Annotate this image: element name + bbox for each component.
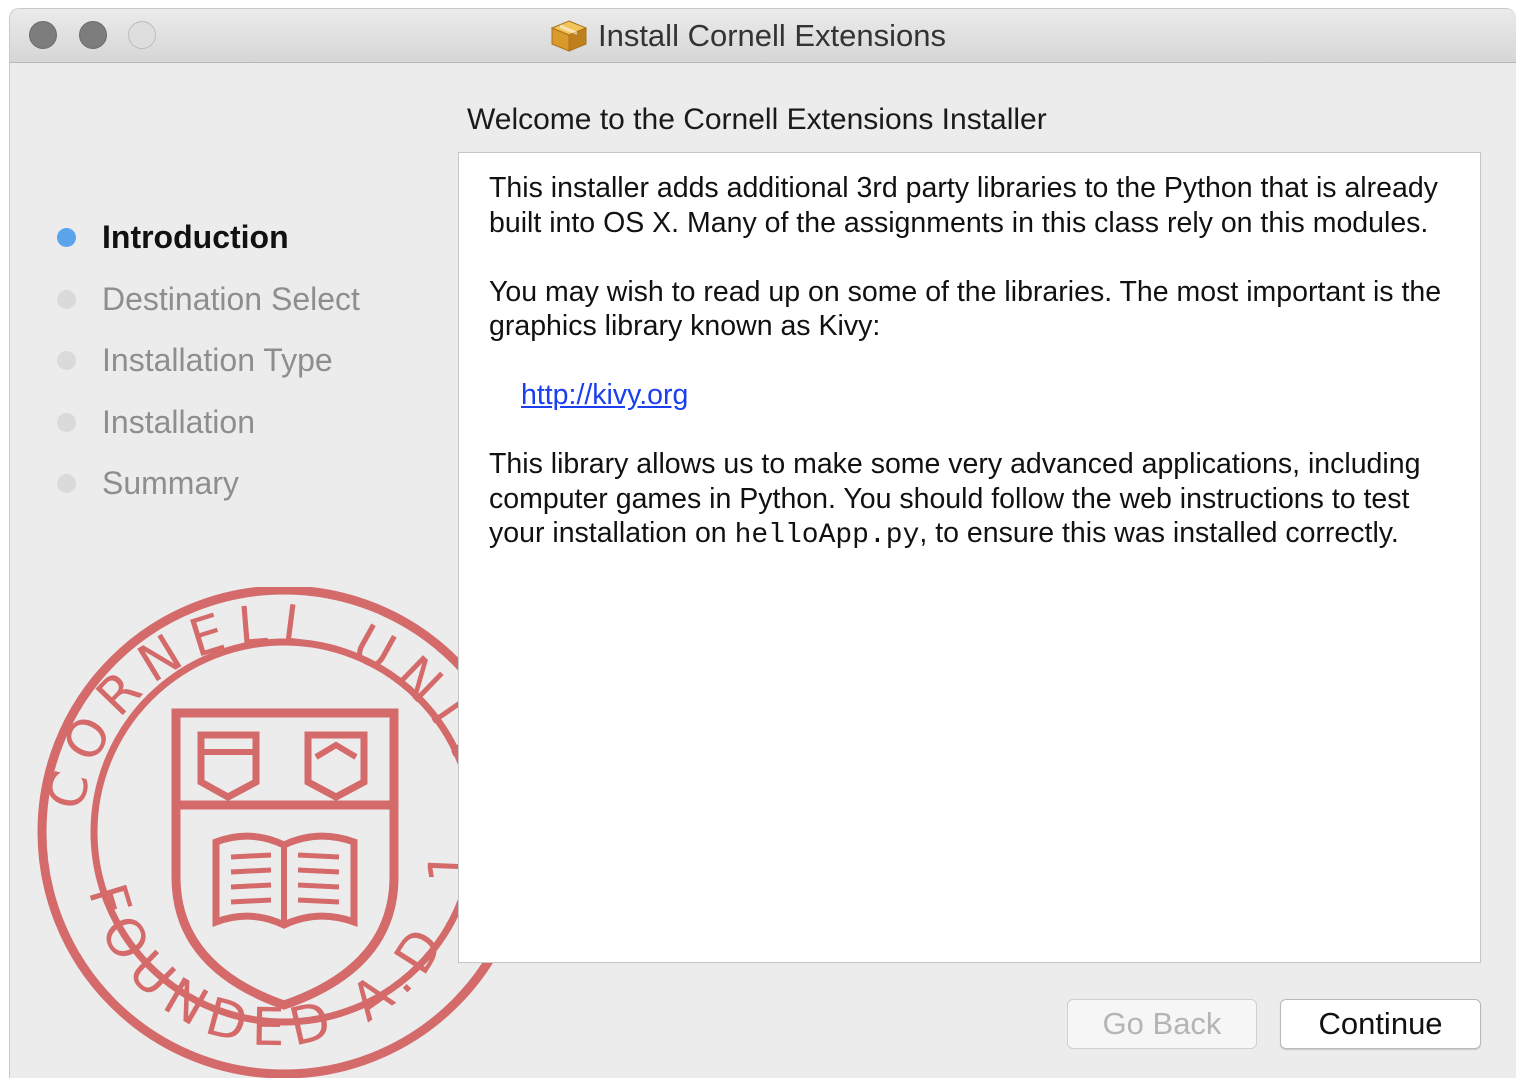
intro-paragraph-1: This installer adds additional 3rd party…	[489, 172, 1438, 239]
step-dot-icon	[57, 289, 76, 309]
step-dot-icon	[57, 351, 76, 371]
step-installation-type: Installation Type	[57, 330, 360, 392]
package-icon	[550, 20, 588, 52]
introduction-text-panel[interactable]: This installer adds additional 3rd party…	[458, 152, 1481, 963]
kivy-link[interactable]: http://kivy.org	[521, 378, 688, 413]
continue-button[interactable]: Continue	[1280, 999, 1481, 1049]
step-introduction: Introduction	[57, 207, 360, 269]
installer-window: Install Cornell Extensions Welcome to th…	[9, 8, 1516, 1078]
step-active-dot-icon	[57, 228, 76, 248]
step-dot-icon	[57, 474, 76, 494]
go-back-button[interactable]: Go Back	[1067, 999, 1257, 1049]
para3-text-after: , to ensure this was installed correctly…	[919, 517, 1399, 549]
installer-steps: Introduction Destination Select Installa…	[57, 207, 360, 515]
link-paragraph: http://kivy.org	[489, 378, 1456, 413]
step-dot-icon	[57, 412, 76, 432]
step-destination-select: Destination Select	[57, 269, 360, 331]
step-label: Installation	[102, 403, 255, 440]
intro-paragraph-2: You may wish to read up on some of the l…	[489, 275, 1442, 343]
cornell-seal-logo: CORNELL UNIVERSITY FOUNDED A.D. 1865	[26, 587, 526, 1078]
step-label: Summary	[102, 465, 239, 502]
step-summary: Summary	[57, 453, 360, 515]
page-title: Welcome to the Cornell Extensions Instal…	[467, 103, 1047, 136]
step-label: Installation Type	[102, 342, 333, 379]
step-label: Introduction	[102, 219, 289, 256]
step-installation: Installation	[57, 392, 360, 454]
window-title: Install Cornell Extensions	[597, 18, 947, 53]
intro-paragraph-3: This library allows us to make some very…	[489, 447, 1456, 554]
window-title-wrap: Install Cornell Extensions	[10, 18, 1516, 54]
code-filename: helloApp.py	[734, 520, 920, 551]
title-bar[interactable]: Install Cornell Extensions	[10, 9, 1516, 63]
step-label: Destination Select	[102, 280, 360, 317]
